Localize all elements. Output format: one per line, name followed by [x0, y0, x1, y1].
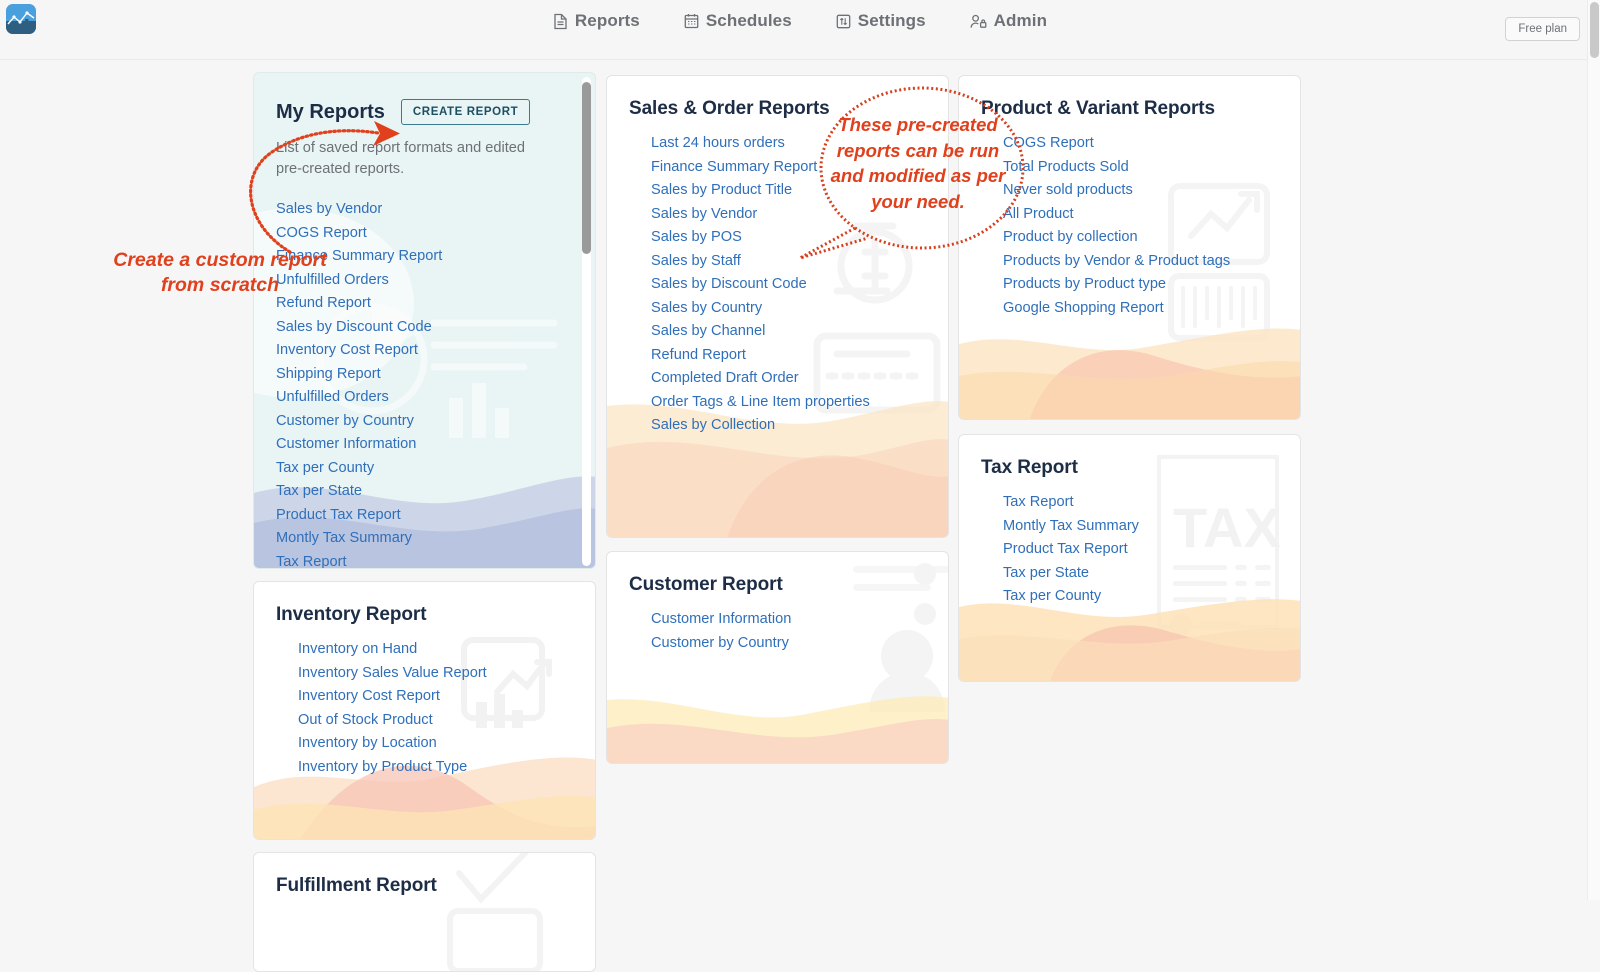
list-item[interactable]: Montly Tax Summary: [1003, 515, 1278, 539]
free-plan-badge[interactable]: Free plan: [1505, 17, 1580, 41]
my-reports-scroll-area[interactable]: My Reports CREATE REPORT List of saved r…: [254, 73, 595, 568]
page-scrollbar-thumb[interactable]: [1590, 2, 1599, 58]
list-item[interactable]: Unfulfilled Orders: [276, 386, 573, 410]
list-item[interactable]: Out of Stock Product: [298, 709, 573, 733]
list-item[interactable]: Google Shopping Report: [1003, 297, 1278, 321]
my-reports-scrollbar-thumb[interactable]: [582, 82, 591, 254]
document-icon: [553, 13, 568, 30]
sales-order-reports-card: Sales & Order Reports Last 24 hours orde…: [606, 75, 949, 538]
list-item[interactable]: Products by Product type: [1003, 273, 1278, 297]
sliders-icon: [836, 14, 851, 29]
user-lock-icon: [970, 14, 987, 29]
main-nav: Reports Schedules Settings: [0, 0, 1600, 42]
my-reports-scrollbar[interactable]: [582, 77, 591, 566]
list-item[interactable]: Product Tax Report: [1003, 538, 1278, 562]
my-reports-description: List of saved report formats and edited …: [276, 138, 528, 180]
list-item[interactable]: Sales by Discount Code: [276, 316, 573, 340]
list-item[interactable]: Sales by Channel: [651, 320, 926, 344]
list-item[interactable]: Tax per State: [276, 480, 573, 504]
list-item[interactable]: Inventory Sales Value Report: [298, 662, 573, 686]
list-item[interactable]: Montly Tax Summary: [276, 527, 573, 551]
product-variant-reports-card: Product & Variant Reports COGS Report To…: [958, 75, 1301, 420]
nav-item-reports[interactable]: Reports: [553, 11, 640, 31]
nav-label-schedules: Schedules: [706, 11, 792, 31]
list-item[interactable]: Inventory Cost Report: [276, 339, 573, 363]
calendar-icon: [684, 13, 699, 29]
list-item[interactable]: Inventory by Product Type: [298, 756, 573, 780]
list-item[interactable]: Finance Summary Report: [276, 245, 573, 269]
sales-order-reports-list: Last 24 hours orders Finance Summary Rep…: [629, 132, 926, 438]
customer-report-card: Customer Report Customer Information Cus…: [606, 551, 949, 764]
my-reports-list: Sales by Vendor COGS Report Finance Summ…: [276, 198, 573, 568]
nav-item-schedules[interactable]: Schedules: [684, 11, 792, 31]
nav-label-reports: Reports: [575, 11, 640, 31]
list-item[interactable]: Customer by Country: [276, 410, 573, 434]
list-item[interactable]: Sales by Vendor: [276, 198, 573, 222]
list-item[interactable]: Tax per County: [276, 457, 573, 481]
list-item[interactable]: Customer by Country: [651, 632, 926, 656]
reports-board: My Reports CREATE REPORT List of saved r…: [0, 60, 1600, 900]
nav-label-settings: Settings: [858, 11, 926, 31]
nav-label-admin: Admin: [994, 11, 1047, 31]
list-item[interactable]: Tax per State: [1003, 562, 1278, 586]
right-column: Product & Variant Reports COGS Report To…: [958, 75, 1301, 682]
list-item[interactable]: Never sold products: [1003, 179, 1278, 203]
tax-report-card: TAX: [958, 434, 1301, 682]
list-item[interactable]: Inventory by Location: [298, 732, 573, 756]
create-report-button[interactable]: CREATE REPORT: [401, 99, 530, 125]
list-item[interactable]: Completed Draft Order: [651, 367, 926, 391]
sales-order-reports-title: Sales & Order Reports: [629, 98, 926, 120]
list-item[interactable]: Sales by Staff: [651, 250, 926, 274]
list-item[interactable]: Order Tags & Line Item properties: [651, 391, 926, 415]
list-item[interactable]: Product Tax Report: [276, 504, 573, 528]
fulfillment-report-card: Fulfillment Report: [253, 852, 596, 972]
list-item[interactable]: Sales by Collection: [651, 414, 926, 438]
list-item[interactable]: Sales by Country: [651, 297, 926, 321]
list-item[interactable]: Customer Information: [276, 433, 573, 457]
list-item[interactable]: Finance Summary Report: [651, 156, 926, 180]
list-item[interactable]: Sales by Product Title: [651, 179, 926, 203]
middle-column: Sales & Order Reports Last 24 hours orde…: [606, 75, 949, 764]
nav-item-settings[interactable]: Settings: [836, 11, 926, 31]
nav-item-admin[interactable]: Admin: [970, 11, 1047, 31]
top-navigation-bar: Reports Schedules Settings: [0, 0, 1600, 60]
tax-report-list: Tax Report Montly Tax Summary Product Ta…: [981, 491, 1278, 609]
my-reports-header: My Reports CREATE REPORT: [276, 99, 573, 125]
list-item[interactable]: COGS Report: [276, 222, 573, 246]
customer-report-list: Customer Information Customer by Country: [629, 608, 926, 655]
list-item[interactable]: Shipping Report: [276, 363, 573, 387]
inventory-report-title: Inventory Report: [276, 604, 573, 626]
list-item[interactable]: Refund Report: [276, 292, 573, 316]
list-item[interactable]: Tax Report: [276, 551, 573, 569]
product-variant-reports-list: COGS Report Total Products Sold Never so…: [981, 132, 1278, 320]
list-item[interactable]: Customer Information: [651, 608, 926, 632]
list-item[interactable]: Refund Report: [651, 344, 926, 368]
left-column: My Reports CREATE REPORT List of saved r…: [253, 72, 596, 972]
tax-report-title: Tax Report: [981, 457, 1278, 479]
my-reports-panel: My Reports CREATE REPORT List of saved r…: [253, 72, 596, 569]
list-item[interactable]: Tax Report: [1003, 491, 1278, 515]
list-item[interactable]: Sales by POS: [651, 226, 926, 250]
list-item[interactable]: Sales by Vendor: [651, 203, 926, 227]
list-item[interactable]: COGS Report: [1003, 132, 1278, 156]
list-item[interactable]: Products by Vendor & Product tags: [1003, 250, 1278, 274]
inventory-report-list: Inventory on Hand Inventory Sales Value …: [276, 638, 573, 779]
list-item[interactable]: All Product: [1003, 203, 1278, 227]
list-item[interactable]: Sales by Discount Code: [651, 273, 926, 297]
list-item[interactable]: Inventory Cost Report: [298, 685, 573, 709]
inventory-report-card: Inventory Report Inventory on Hand Inven…: [253, 581, 596, 840]
list-item[interactable]: Product by collection: [1003, 226, 1278, 250]
list-item[interactable]: Unfulfilled Orders: [276, 269, 573, 293]
customer-report-title: Customer Report: [629, 574, 926, 596]
list-item[interactable]: Tax per County: [1003, 585, 1278, 609]
list-item[interactable]: Total Products Sold: [1003, 156, 1278, 180]
list-item[interactable]: Last 24 hours orders: [651, 132, 926, 156]
my-reports-title: My Reports: [276, 101, 385, 124]
fulfillment-report-title: Fulfillment Report: [276, 875, 573, 897]
product-variant-reports-title: Product & Variant Reports: [981, 98, 1278, 120]
list-item[interactable]: Inventory on Hand: [298, 638, 573, 662]
